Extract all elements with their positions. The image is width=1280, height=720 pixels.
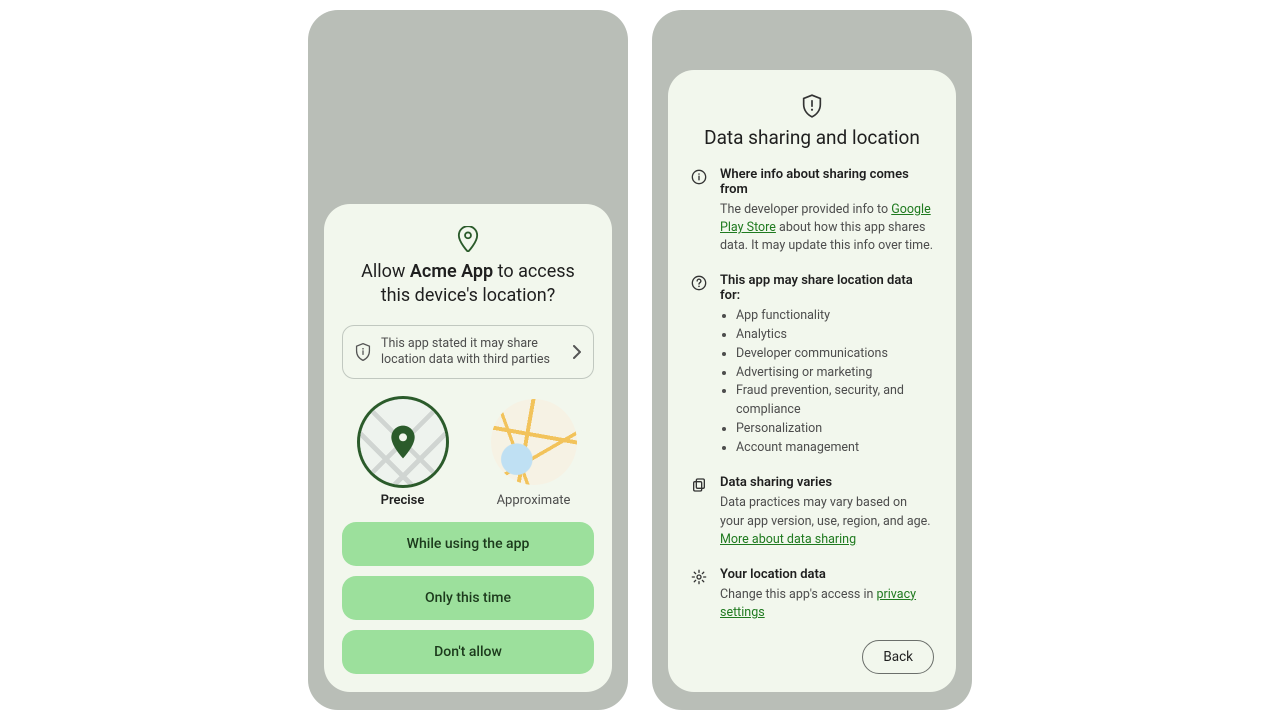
permission-title: Allow Acme App to access this device's l… [346, 260, 590, 309]
data-sharing-notice-text: This app stated it may share location da… [381, 336, 563, 369]
list-item: Personalization [736, 420, 934, 439]
accuracy-option-precise-label: Precise [381, 493, 425, 508]
gear-icon [690, 567, 708, 622]
phone-frame-permission: Allow Acme App to access this device's l… [308, 10, 628, 710]
phone-frame-info: Data sharing and location Where info abo… [652, 10, 972, 710]
accuracy-option-precise[interactable]: Precise [360, 399, 446, 508]
list-item: Fraud prevention, security, and complian… [736, 382, 934, 420]
back-button[interactable]: Back [862, 640, 934, 674]
accuracy-options: Precise Approximate [342, 399, 594, 508]
info-section-varies: Data sharing varies Data practices may v… [690, 475, 934, 548]
info-section-your-data-text: Change this app's access in privacy sett… [720, 586, 934, 622]
info-section-purposes-heading: This app may share location data for: [720, 273, 934, 303]
list-item: Advertising or marketing [736, 364, 934, 383]
info-sheet-title: Data sharing and location [690, 126, 934, 149]
chevron-right-icon [573, 345, 581, 359]
help-icon [690, 273, 708, 457]
info-section-source: Where info about sharing comes from The … [690, 167, 934, 255]
allow-only-this-time-button[interactable]: Only this time [342, 576, 594, 620]
shield-info-icon [355, 343, 371, 361]
data-sharing-info-sheet: Data sharing and location Where info abo… [668, 70, 956, 692]
dont-allow-button[interactable]: Don't allow [342, 630, 594, 674]
info-section-source-text: The developer provided info to Google Pl… [720, 201, 934, 255]
allow-while-using-button[interactable]: While using the app [342, 522, 594, 566]
info-section-your-data-heading: Your location data [720, 567, 934, 582]
list-item: Developer communications [736, 345, 934, 364]
info-section-varies-heading: Data sharing varies [720, 475, 934, 490]
location-pin-icon [342, 226, 594, 252]
info-icon [690, 167, 708, 255]
copy-icon [690, 475, 708, 548]
more-about-data-sharing-link[interactable]: More about data sharing [720, 532, 856, 547]
list-item: App functionality [736, 307, 934, 326]
data-sharing-notice-row[interactable]: This app stated it may share location da… [342, 325, 594, 380]
info-section-source-heading: Where info about sharing comes from [720, 167, 934, 197]
info-section-purposes: This app may share location data for: Ap… [690, 273, 934, 457]
permission-dialog: Allow Acme App to access this device's l… [324, 204, 612, 692]
shield-alert-icon [690, 94, 934, 118]
info-section-varies-text: Data practices may vary based on your ap… [720, 494, 934, 548]
accuracy-option-approximate[interactable]: Approximate [491, 399, 577, 508]
approximate-map-icon [491, 399, 577, 485]
list-item: Analytics [736, 326, 934, 345]
info-section-your-data: Your location data Change this app's acc… [690, 567, 934, 622]
accuracy-option-approximate-label: Approximate [497, 493, 571, 508]
list-item: Account management [736, 439, 934, 458]
precise-map-icon [360, 399, 446, 485]
info-section-purposes-list: App functionality Analytics Developer co… [720, 307, 934, 457]
